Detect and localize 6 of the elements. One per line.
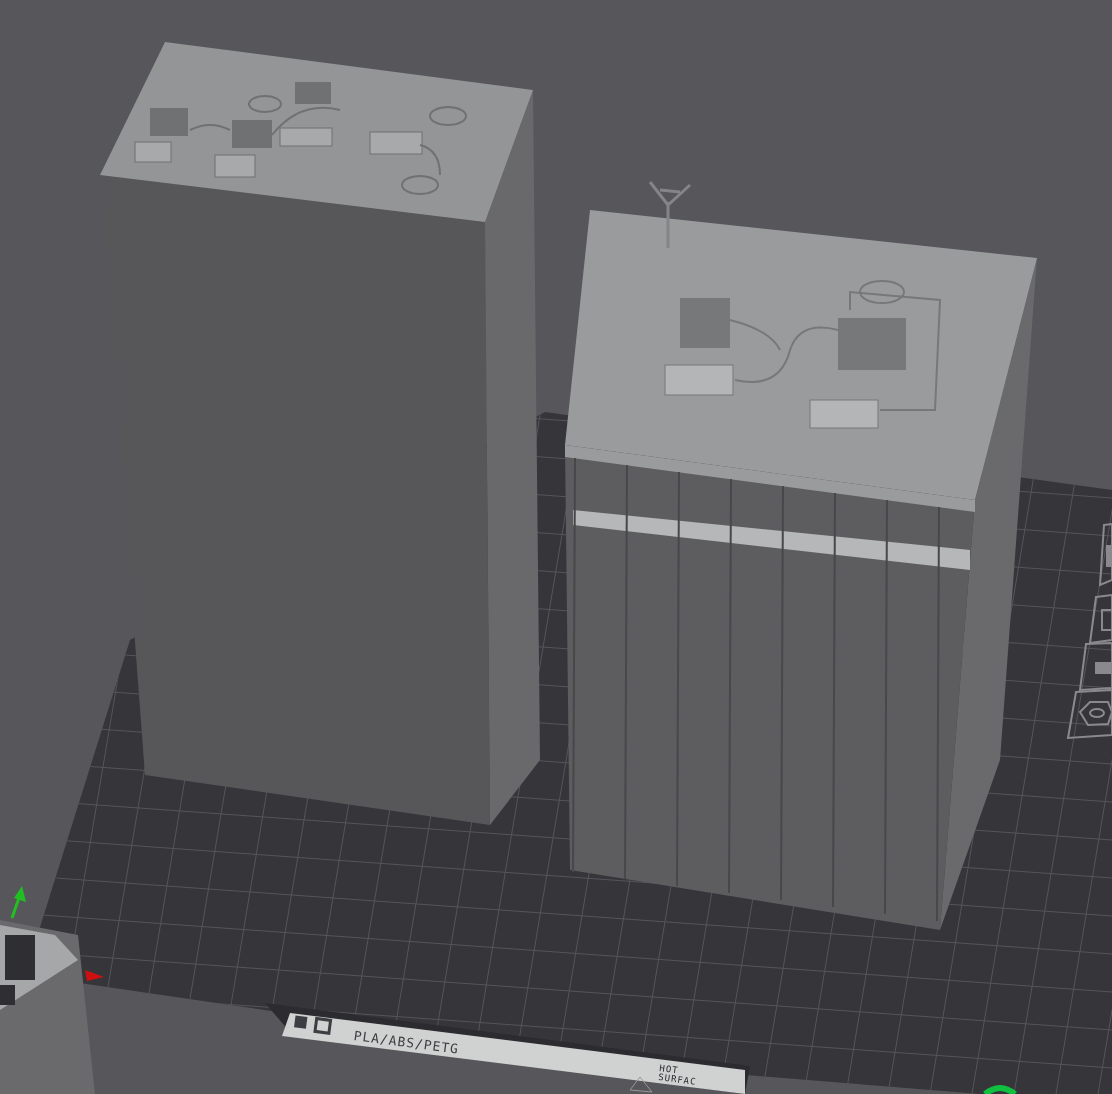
hot-surface-warning: HOT SURFAC	[657, 1064, 699, 1087]
curve-icon	[983, 1085, 1017, 1094]
lock-icon[interactable]	[1078, 641, 1112, 692]
settings-icon[interactable]	[1066, 688, 1112, 740]
y-axis-arrow-icon	[10, 886, 26, 919]
x-axis-arrow-icon	[85, 970, 104, 981]
